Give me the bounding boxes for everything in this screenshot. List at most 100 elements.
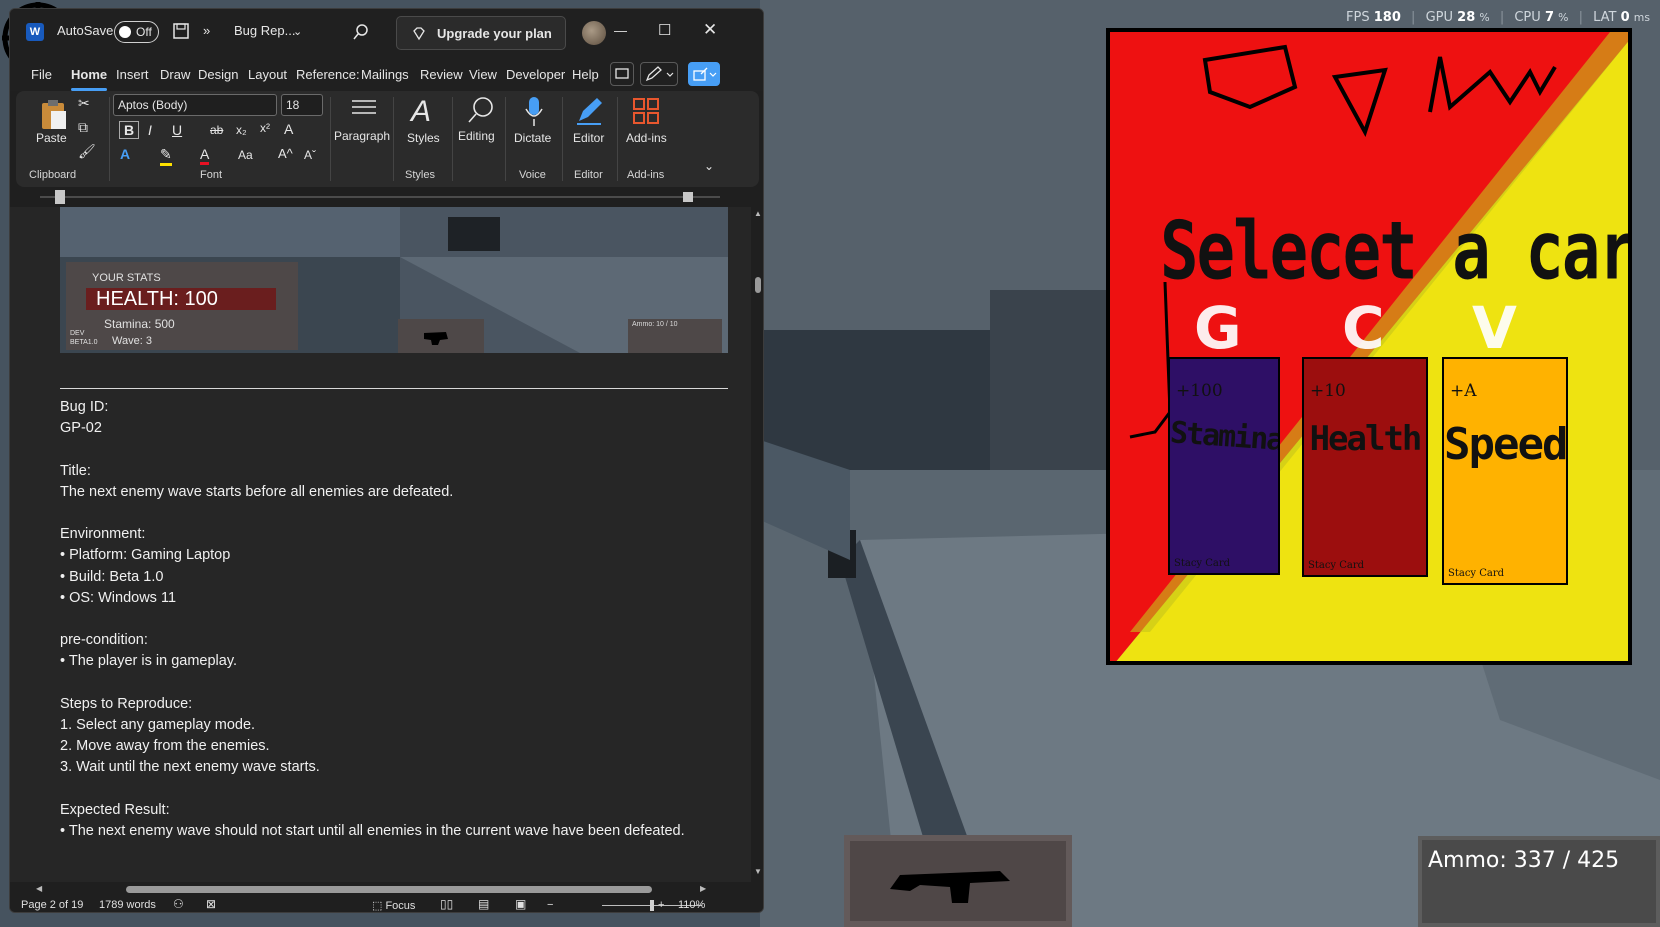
word-app-icon: W (26, 23, 44, 41)
tab-layout[interactable]: Layout (248, 67, 287, 82)
scroll-down-icon[interactable]: ▼ (754, 867, 762, 876)
change-case-icon[interactable]: Aa (238, 148, 253, 162)
paste-icon[interactable] (38, 97, 70, 133)
addins-icon[interactable] (632, 97, 660, 125)
underline-button[interactable]: U (172, 122, 182, 138)
cut-icon[interactable]: ✂ (78, 95, 90, 112)
font-size-select[interactable]: 18 (281, 94, 323, 116)
tab-view[interactable]: View (469, 67, 497, 82)
ribbon-collapse-icon[interactable]: ⌄ (704, 159, 714, 173)
focus-button[interactable]: ⬚ Focus (372, 899, 415, 912)
steps-label: Steps to Reproduce: (60, 695, 193, 712)
italic-button[interactable]: I (148, 122, 152, 138)
clear-formatting-icon[interactable]: A (284, 121, 293, 137)
strikethrough-button[interactable]: ab (210, 123, 223, 137)
word-count[interactable]: 1789 words (99, 899, 156, 911)
read-mode-icon[interactable]: ▯▯ (440, 897, 453, 911)
styles-button[interactable]: Styles (407, 131, 440, 145)
superscript-button[interactable]: x² (260, 121, 270, 135)
shrink-font-icon[interactable]: Aˇ (304, 148, 316, 162)
accessibility-icon[interactable]: ⚇ (173, 897, 184, 911)
menu-bar: File Home Insert Draw Design Layout Refe… (10, 57, 763, 91)
scroll-thumb[interactable] (126, 886, 652, 893)
gpu-unit: % (1479, 11, 1490, 24)
editor-button[interactable]: Editor (573, 131, 604, 145)
autosave-toggle[interactable]: Off (114, 21, 159, 43)
grow-font-icon[interactable]: A^ (278, 146, 293, 161)
track-changes-icon[interactable]: ⊠ (206, 897, 216, 911)
tab-file[interactable]: File (31, 67, 52, 82)
tab-mailings[interactable]: Mailings (361, 67, 409, 82)
addins-group-label: Add-ins (627, 169, 665, 181)
scroll-thumb[interactable] (755, 277, 761, 293)
addins-button[interactable]: Add-ins (626, 131, 667, 145)
embedded-screenshot: YOUR STATS HEALTH: 100 Stamina: 500 DEV … (60, 207, 728, 353)
horizontal-scrollbar[interactable]: ◀ ▶ (10, 882, 751, 896)
tab-references[interactable]: Reference: (296, 67, 360, 82)
card-bonus: +10 (1310, 381, 1346, 401)
font-color-icon[interactable]: A (200, 146, 210, 165)
text-effects-icon[interactable]: A (120, 146, 130, 162)
save-icon[interactable] (172, 22, 190, 40)
subscript-button[interactable]: x₂ (236, 123, 247, 137)
maximize-icon[interactable]: ☐ (658, 21, 671, 39)
voice-group-label: Voice (519, 169, 546, 181)
minimize-icon[interactable]: — (614, 23, 627, 38)
document-page[interactable]: YOUR STATS HEALTH: 100 Stamina: 500 DEV … (10, 207, 751, 882)
paragraph-icon[interactable] (350, 97, 378, 119)
zoom-out-icon[interactable]: − (547, 899, 553, 911)
more-commands-icon[interactable]: » (203, 23, 210, 38)
upgrade-button[interactable]: Upgrade your plan (396, 16, 566, 50)
document-body[interactable]: Bug ID: GP-02 Title: The next enemy wave… (60, 397, 728, 842)
scroll-up-icon[interactable]: ▲ (754, 209, 762, 218)
dictate-button[interactable]: Dictate (514, 131, 551, 145)
search-icon[interactable] (352, 23, 370, 41)
tab-developer[interactable]: Developer (506, 67, 565, 82)
tab-insert[interactable]: Insert (116, 67, 149, 82)
paste-button[interactable]: Paste (36, 131, 67, 145)
stamina-card[interactable]: +100 Stamina Stacy Card (1168, 357, 1280, 575)
tab-draw[interactable]: Draw (160, 67, 190, 82)
tab-help[interactable]: Help (572, 67, 599, 82)
list-item: • The player is in gameplay. (60, 653, 238, 670)
print-layout-icon[interactable]: ▤ (478, 897, 489, 911)
paragraph-button[interactable]: Paragraph (334, 129, 390, 143)
tab-review[interactable]: Review (420, 67, 463, 82)
vertical-scrollbar[interactable]: ▲ ▼ (751, 207, 763, 882)
styles-group-label: Styles (405, 169, 435, 181)
format-painter-icon[interactable]: 🖌 (78, 143, 96, 160)
bold-button[interactable]: B (119, 121, 140, 139)
list-item: • Platform: Gaming Laptop (60, 547, 231, 564)
scroll-left-icon[interactable]: ◀ (36, 884, 42, 893)
speed-card[interactable]: +A Speed Stacy Card (1442, 357, 1568, 585)
tab-design[interactable]: Design (198, 67, 238, 82)
chevron-down-icon[interactable]: ⌄ (293, 25, 302, 38)
web-layout-icon[interactable]: ▣ (515, 897, 526, 911)
list-item: 1. Select any gameplay mode. (60, 716, 256, 733)
rifle-icon (890, 871, 1010, 903)
close-icon[interactable]: ✕ (703, 20, 717, 40)
card-name: Health (1309, 419, 1423, 459)
zoom-level[interactable]: 110% (678, 899, 705, 911)
tab-home[interactable]: Home (71, 67, 108, 91)
avatar[interactable] (582, 21, 606, 45)
fps-value: 180 (1373, 10, 1401, 25)
share-button[interactable] (688, 62, 720, 86)
environment-label: Environment: (60, 526, 146, 543)
font-name-select[interactable]: Aptos (Body) (113, 94, 277, 116)
document-name[interactable]: Bug Rep... (234, 23, 295, 38)
editing-button[interactable]: Editing (458, 129, 495, 143)
scroll-right-icon[interactable]: ▶ (700, 884, 706, 893)
gun-icon (424, 332, 448, 345)
highlight-icon[interactable]: ✎ (160, 146, 172, 166)
health-card[interactable]: +10 Health Stacy Card (1302, 357, 1428, 577)
microphone-icon[interactable] (522, 95, 546, 129)
copy-icon[interactable]: ⧉ (78, 119, 88, 136)
editing-mode-button[interactable] (640, 62, 678, 86)
styles-icon[interactable]: A (411, 95, 431, 129)
page-count[interactable]: Page 2 of 19 (21, 899, 83, 911)
comments-button[interactable] (610, 62, 634, 86)
editor-icon[interactable] (573, 95, 605, 127)
zoom-in-icon[interactable]: + (658, 899, 664, 911)
find-icon[interactable] (466, 95, 496, 125)
